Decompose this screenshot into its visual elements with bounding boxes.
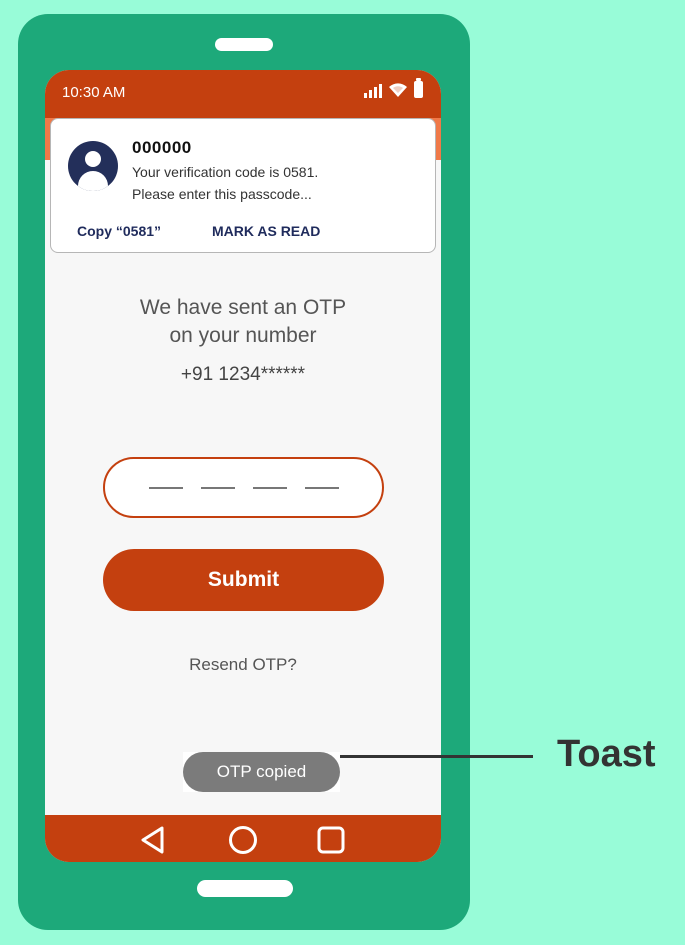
otp-heading-line1: We have sent an OTP <box>139 296 347 319</box>
phone-screen: 10:30 AM 000000 Your verification code i… <box>45 70 441 862</box>
home-icon[interactable] <box>228 825 258 855</box>
otp-digit-slot[interactable] <box>252 486 287 489</box>
wifi-icon <box>389 83 407 97</box>
callout-line <box>340 755 533 758</box>
masked-phone-number: +91 1234****** <box>180 364 306 385</box>
navigation-bar <box>45 815 441 862</box>
toast: OTP copied <box>183 752 340 792</box>
status-time: 10:30 AM <box>62 84 126 101</box>
back-icon[interactable] <box>138 825 168 855</box>
sms-notification[interactable]: 000000 Your verification code is 0581. P… <box>50 118 436 253</box>
resend-otp-link[interactable]: Resend OTP? <box>45 655 441 675</box>
status-bar: 10:30 AM <box>45 70 441 118</box>
copy-code-button[interactable]: Copy “0581” <box>77 223 161 239</box>
otp-digit-slot[interactable] <box>200 486 235 489</box>
submit-button[interactable]: Submit <box>103 549 384 611</box>
otp-input[interactable] <box>103 457 384 518</box>
recents-icon[interactable] <box>316 825 346 855</box>
toast-callout-label: Toast <box>557 733 656 775</box>
notification-sender: 000000 <box>132 138 192 157</box>
status-icons <box>364 78 423 98</box>
toast-message: OTP copied <box>183 752 340 792</box>
otp-heading-line2: on your number <box>169 324 317 347</box>
notification-message-line2: Please enter this passcode... <box>132 186 312 202</box>
hardware-home-bar <box>197 880 293 897</box>
speaker-grille <box>215 38 273 51</box>
phone-frame: 10:30 AM 000000 Your verification code i… <box>18 14 470 930</box>
otp-heading: We have sent an OTP on your number <box>45 294 441 350</box>
avatar-icon <box>68 141 118 191</box>
battery-icon <box>414 78 423 98</box>
notification-message-line1: Your verification code is 0581. <box>132 164 319 180</box>
mark-as-read-button[interactable]: MARK AS READ <box>212 223 320 239</box>
otp-digit-slot[interactable] <box>304 486 339 489</box>
otp-digit-slot[interactable] <box>148 486 183 489</box>
signal-icon <box>364 84 382 98</box>
